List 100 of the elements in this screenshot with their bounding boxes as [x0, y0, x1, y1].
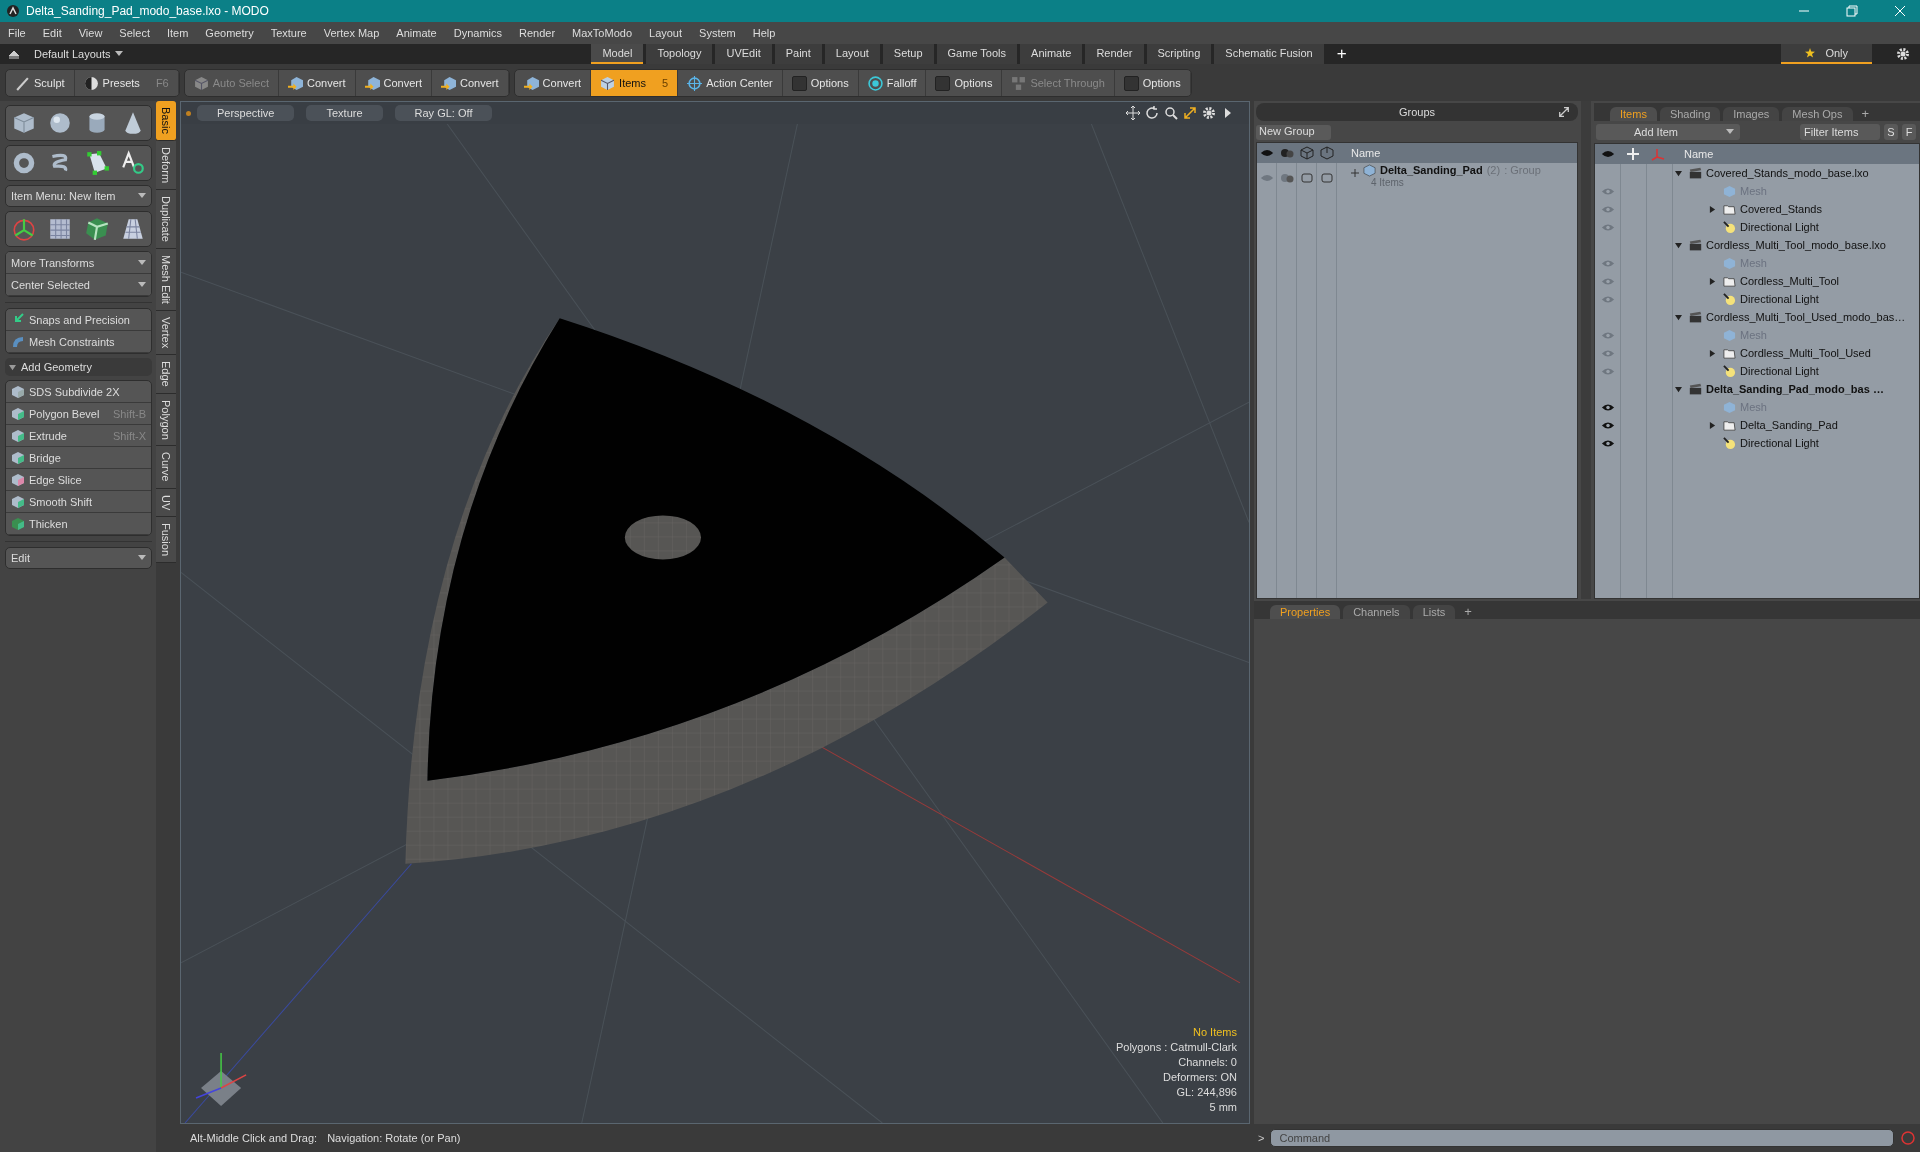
vertical-tab[interactable]: UV	[156, 488, 176, 518]
toolbar-button[interactable]: Convert	[279, 70, 356, 96]
edit-dropdown[interactable]: Edit	[5, 547, 152, 569]
vertical-tab[interactable]: Curve	[156, 446, 176, 489]
eye-icon[interactable]	[1601, 402, 1615, 412]
section-header[interactable]: Add Geometry	[5, 358, 152, 376]
checkbox[interactable]	[791, 75, 807, 91]
expand-arrow-icon[interactable]	[1709, 421, 1716, 429]
settings-icon[interactable]	[1896, 47, 1910, 61]
tool-button[interactable]: SDS Subdivide 2X	[6, 381, 151, 403]
sanding-pad-drawing[interactable]	[405, 318, 1048, 864]
panel-tab[interactable]: Lists	[1412, 605, 1456, 619]
layout-tab[interactable]: UVEdit	[715, 44, 772, 64]
panel-tab[interactable]: Channels	[1343, 605, 1410, 619]
vertical-tab[interactable]: Vertex	[156, 310, 176, 355]
vertical-tab[interactable]: Edge	[156, 354, 176, 394]
eye-icon[interactable]	[1601, 420, 1615, 430]
settings-icon[interactable]	[1202, 106, 1216, 120]
tree-row[interactable]: Directional Light	[1595, 290, 1919, 308]
collapse-arrow-icon[interactable]	[1675, 241, 1682, 249]
menu-item[interactable]: Select	[119, 27, 150, 39]
new-group-button[interactable]: New Group	[1256, 125, 1331, 140]
maximize-icon[interactable]	[1558, 106, 1570, 118]
add-tab-button[interactable]: +	[1326, 44, 1357, 64]
vertical-tab[interactable]: Deform	[156, 140, 176, 190]
tree-row[interactable]: Directional Light	[1595, 218, 1919, 236]
tree-row[interactable]: Directional Light	[1595, 362, 1919, 380]
layout-tab[interactable]: Setup	[882, 44, 934, 64]
tree-row[interactable]: Delta_Sanding_Pad_modo_bas …	[1595, 380, 1919, 398]
only-button[interactable]: Only	[1781, 44, 1872, 64]
toolbar-button[interactable]: Convert	[355, 70, 433, 96]
menu-item[interactable]: Layout	[649, 27, 683, 39]
menu-item[interactable]: Geometry	[205, 27, 254, 39]
panel-tab[interactable]: Shading	[1659, 107, 1721, 121]
menu-item[interactable]: Vertex Map	[323, 27, 380, 39]
tool-button[interactable]: Mesh Constraints	[6, 331, 151, 353]
add-item-dropdown[interactable]: Add Item	[1596, 124, 1740, 140]
layout-tab[interactable]: Animate	[1020, 44, 1083, 64]
menu-item[interactable]: Texture	[270, 27, 307, 39]
expand-arrow-icon[interactable]	[1709, 277, 1716, 285]
menu-item[interactable]: View	[78, 27, 103, 39]
layout-tab[interactable]: Game Tools	[936, 44, 1018, 64]
tool-button[interactable]: Smooth Shift	[6, 491, 151, 513]
layout-tab[interactable]: Model	[591, 44, 644, 64]
tool-button[interactable]: Bridge	[6, 447, 151, 469]
plus-icon[interactable]	[1351, 169, 1359, 177]
vertical-tab[interactable]: Polygon	[156, 393, 176, 447]
transform-dropdown[interactable]: More Transforms	[6, 252, 151, 274]
toolbar-button[interactable]: Convert	[432, 70, 509, 96]
filter-toggle-button[interactable]: S	[1884, 124, 1898, 140]
move-icon[interactable]	[1126, 106, 1140, 120]
view-button[interactable]: Perspective	[197, 105, 295, 121]
render-icon[interactable]	[1280, 171, 1294, 185]
vertical-tab[interactable]: Basic	[156, 101, 176, 141]
panel-tab[interactable]: Images	[1723, 107, 1780, 121]
tree-row[interactable]: Directional Light	[1595, 434, 1919, 452]
tree-row[interactable]: Covered_Stands	[1595, 200, 1919, 218]
tree-row[interactable]: Cordless_Multi_Tool	[1595, 272, 1919, 290]
eye-icon[interactable]	[1601, 438, 1615, 448]
menu-item[interactable]: System	[699, 27, 736, 39]
menu-item[interactable]: Render	[519, 27, 556, 39]
rotate-icon[interactable]	[1145, 106, 1159, 120]
panel-tab[interactable]: Items	[1610, 107, 1657, 121]
layout-tab[interactable]: Scripting	[1146, 44, 1212, 64]
add-tab-button[interactable]: +	[1458, 604, 1478, 619]
toolbar-button[interactable]: Options	[1114, 70, 1191, 96]
search-icon[interactable]	[1164, 106, 1178, 120]
item-menu-dropdown[interactable]: Item Menu: New Item	[5, 185, 152, 207]
maximize-icon[interactable]	[1183, 106, 1197, 120]
tree-row[interactable]: Cordless_Multi_Tool_Used	[1595, 344, 1919, 362]
collapse-arrow-icon[interactable]	[1675, 385, 1682, 393]
menu-item[interactable]: Animate	[396, 27, 437, 39]
tree-row[interactable]: Covered_Stands_modo_base.lxo	[1595, 164, 1919, 182]
panel-tab[interactable]: Properties	[1270, 605, 1341, 619]
layout-tab[interactable]: Layout	[824, 44, 880, 64]
expand-arrow-icon[interactable]	[1709, 205, 1716, 213]
command-field[interactable]: Command	[1270, 1129, 1894, 1147]
tree-row[interactable]: Delta_Sanding_Pad	[1595, 416, 1919, 434]
toolbar-button[interactable]: Presets F6	[74, 70, 179, 96]
collapse-arrow-icon[interactable]	[1675, 169, 1682, 177]
layout-tab[interactable]: Schematic Fusion	[1214, 44, 1324, 64]
tree-row[interactable]: Cordless_Multi_Tool_Used_modo_bas…	[1595, 308, 1919, 326]
menu-item[interactable]: Help	[752, 27, 776, 39]
collapse-arrow-icon[interactable]	[1675, 313, 1682, 321]
filter-toggle-button[interactable]: F	[1902, 124, 1916, 140]
close-icon[interactable]	[1894, 5, 1906, 17]
layout-tab[interactable]: Paint	[774, 44, 822, 64]
toolbar-button[interactable]: Sculpt	[6, 70, 75, 96]
select-box-icon[interactable]	[1320, 171, 1334, 185]
filter-field[interactable]: Filter Items	[1800, 124, 1880, 140]
toolbar-button[interactable]: Items 5	[591, 70, 679, 96]
toolbar-button[interactable]: Falloff	[858, 70, 927, 96]
vertical-tab[interactable]: Fusion	[156, 517, 176, 564]
restore-icon[interactable]	[1846, 5, 1858, 17]
checkbox[interactable]	[935, 75, 951, 91]
checker-cube-icon[interactable]	[83, 216, 110, 242]
3d-viewport[interactable]: Perspective Texture Ray GL: Off No Items Polygons : Catmull-Clark Channels: 0 Deformers: ON GL: 244,896 5 mm	[180, 101, 1250, 1124]
lock-box-icon[interactable]	[1300, 171, 1314, 185]
tool-button[interactable]: Edge Slice	[6, 469, 151, 491]
menu-item[interactable]: Item	[166, 27, 189, 39]
